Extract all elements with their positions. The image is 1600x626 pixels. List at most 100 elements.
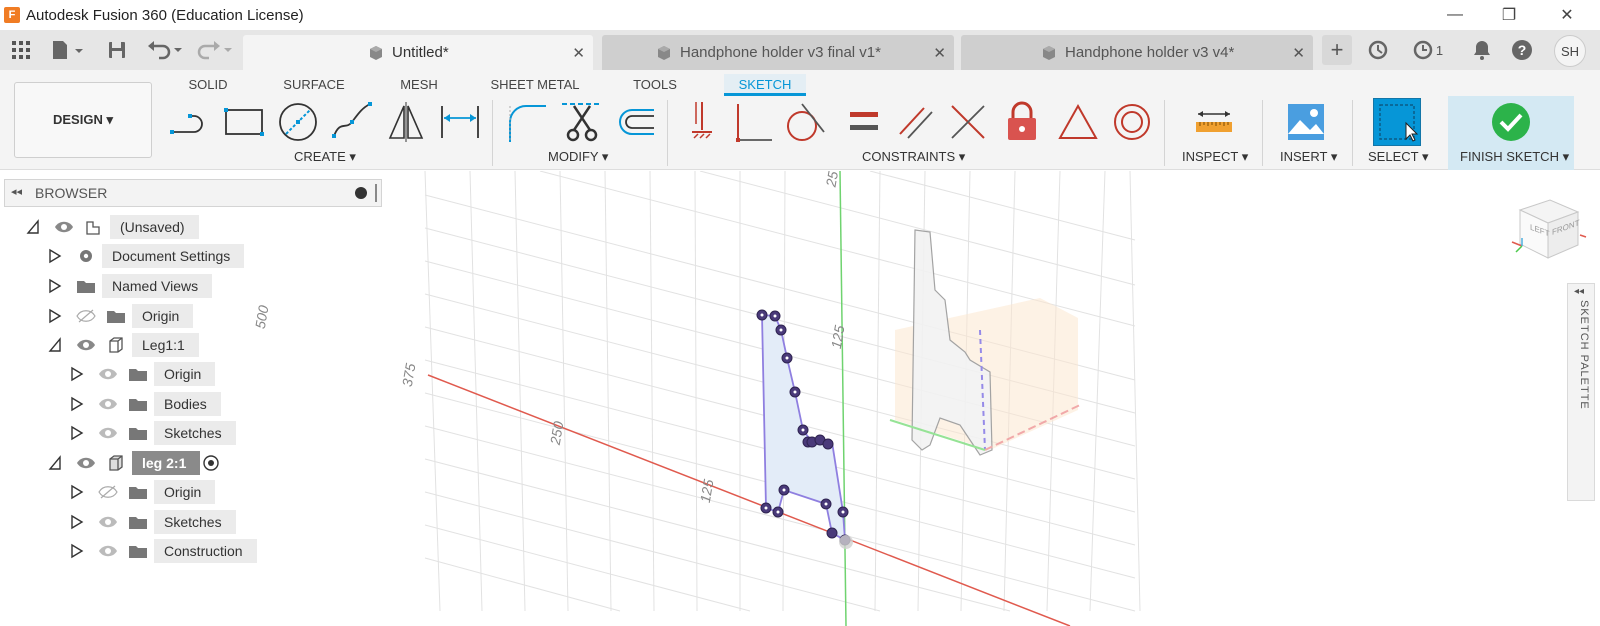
browser-panel-header[interactable]: ◂◂ BROWSER xyxy=(4,179,382,207)
close-tab-icon[interactable]: ✕ xyxy=(1292,44,1305,62)
component-icon xyxy=(86,221,100,235)
measure-ruler-icon[interactable] xyxy=(1192,100,1236,144)
browser-pin-icon[interactable] xyxy=(375,184,377,202)
visibility-eye-icon[interactable] xyxy=(76,456,96,470)
window-title: Autodesk Fusion 360 (Education License) xyxy=(26,6,304,24)
modify-menu[interactable]: MODIFY ▾ xyxy=(548,149,608,165)
select-menu[interactable]: SELECT ▾ xyxy=(1368,149,1428,165)
notifications-bell-icon[interactable] xyxy=(1470,38,1494,62)
dimension-tool-icon[interactable] xyxy=(438,100,482,144)
collapsed-triangle-icon[interactable] xyxy=(48,308,62,324)
folder-icon xyxy=(129,546,147,558)
expanded-triangle-icon[interactable] xyxy=(48,337,62,353)
job-status-icon[interactable]: 1 xyxy=(1408,38,1448,62)
folder-icon xyxy=(129,369,147,381)
tab-mesh[interactable]: MESH xyxy=(397,74,441,96)
finish-sketch-check-icon[interactable] xyxy=(1489,100,1533,144)
parallel-constraint-icon[interactable] xyxy=(894,100,938,144)
trim-scissors-icon[interactable] xyxy=(560,100,604,144)
concentric-constraint-icon[interactable] xyxy=(1110,100,1154,144)
expanded-triangle-icon[interactable] xyxy=(48,455,62,471)
hidden-eye-icon[interactable] xyxy=(76,309,96,323)
fix-constraint-icon[interactable] xyxy=(680,100,724,144)
tab-label: Handphone holder v3 v4* xyxy=(1065,44,1235,61)
tab-solid[interactable]: SOLID xyxy=(182,74,234,96)
visibility-eye-icon[interactable] xyxy=(98,515,118,529)
separator xyxy=(492,100,493,166)
close-tab-icon[interactable]: ✕ xyxy=(933,44,946,62)
visibility-eye-icon[interactable] xyxy=(98,367,118,381)
perpendicular-constraint-icon[interactable] xyxy=(730,100,774,144)
mirror-tool-icon[interactable] xyxy=(384,100,428,144)
browser-minimize-icon[interactable] xyxy=(355,187,367,199)
minimize-button[interactable]: — xyxy=(1432,0,1478,30)
finish-sketch-menu[interactable]: FINISH SKETCH ▾ xyxy=(1460,149,1569,165)
close-button[interactable]: ✕ xyxy=(1544,0,1590,30)
tab-label: Handphone holder v3 final v1* xyxy=(680,44,881,61)
circle-tool-icon[interactable] xyxy=(276,100,320,144)
insert-image-icon[interactable] xyxy=(1284,100,1328,144)
select-tool-icon[interactable] xyxy=(1373,98,1421,146)
expanded-triangle-icon[interactable] xyxy=(26,219,40,235)
visibility-eye-icon[interactable] xyxy=(98,426,118,440)
fillet-tool-icon[interactable] xyxy=(504,100,548,144)
ribbon-toolbar: DESIGN ▾ SOLID SURFACE MESH SHEET METAL … xyxy=(0,70,1600,170)
spline-tool-icon[interactable] xyxy=(330,100,374,144)
svg-text:?: ? xyxy=(1518,42,1527,58)
workspace-switcher[interactable]: DESIGN ▾ xyxy=(14,82,152,158)
insert-menu[interactable]: INSERT ▾ xyxy=(1280,149,1337,165)
component-box-icon xyxy=(109,337,123,353)
tab-handphone-holder-v4[interactable]: Handphone holder v3 v4* ✕ xyxy=(961,35,1313,70)
user-avatar[interactable]: SH xyxy=(1554,35,1586,67)
activate-radio-icon[interactable] xyxy=(202,454,220,472)
collapsed-triangle-icon[interactable] xyxy=(48,248,62,264)
save-icon[interactable] xyxy=(106,38,128,62)
collapsed-triangle-icon[interactable] xyxy=(70,543,84,559)
line-tool-icon[interactable] xyxy=(168,100,212,144)
data-panel-grid-icon[interactable] xyxy=(10,38,32,62)
tab-sketch[interactable]: SKETCH xyxy=(724,74,806,96)
visibility-eye-icon[interactable] xyxy=(76,338,96,352)
collapsed-triangle-icon[interactable] xyxy=(70,425,84,441)
visibility-eye-icon[interactable] xyxy=(98,397,118,411)
triangle-constraint-icon[interactable] xyxy=(1056,100,1100,144)
tab-surface[interactable]: SURFACE xyxy=(280,74,348,96)
ruler-label: 25 xyxy=(822,171,842,189)
equal-constraint-icon[interactable] xyxy=(842,100,886,144)
inspect-menu[interactable]: INSPECT ▾ xyxy=(1182,149,1248,165)
help-icon[interactable]: ? xyxy=(1510,38,1534,62)
coincident-constraint-icon[interactable] xyxy=(946,100,990,144)
tab-handphone-holder-final[interactable]: Handphone holder v3 final v1* ✕ xyxy=(602,35,954,70)
lock-constraint-icon[interactable] xyxy=(1000,100,1044,144)
hidden-eye-icon[interactable] xyxy=(98,485,118,499)
extensions-icon[interactable] xyxy=(1366,38,1390,62)
collapse-browser-icon[interactable]: ◂◂ xyxy=(11,185,22,198)
offset-tool-icon[interactable] xyxy=(614,100,658,144)
collapsed-triangle-icon[interactable] xyxy=(48,278,62,294)
component-box-icon xyxy=(109,455,123,471)
redo-icon[interactable] xyxy=(196,38,236,62)
tab-untitled[interactable]: Untitled* ✕ xyxy=(243,35,593,70)
expand-palette-icon[interactable]: ◂◂ xyxy=(1574,286,1584,297)
visibility-eye-icon[interactable] xyxy=(54,220,74,234)
tab-tools[interactable]: TOOLS xyxy=(630,74,680,96)
constraints-menu[interactable]: CONSTRAINTS ▾ xyxy=(862,149,965,165)
restore-button[interactable]: ❐ xyxy=(1486,0,1532,30)
tree-label: Document Settings xyxy=(102,244,245,268)
close-tab-icon[interactable]: ✕ xyxy=(572,44,585,62)
undo-icon[interactable] xyxy=(146,38,186,62)
file-menu-icon[interactable] xyxy=(50,38,86,62)
design-cube-icon xyxy=(1043,45,1055,60)
tangent-constraint-icon[interactable] xyxy=(782,100,826,144)
tree-label: Leg1:1 xyxy=(132,333,199,357)
collapsed-triangle-icon[interactable] xyxy=(70,396,84,412)
collapsed-triangle-icon[interactable] xyxy=(70,366,84,382)
visibility-eye-icon[interactable] xyxy=(98,544,118,558)
create-menu[interactable]: CREATE ▾ xyxy=(294,149,356,165)
new-tab-plus-icon[interactable]: + xyxy=(1322,35,1352,65)
collapsed-triangle-icon[interactable] xyxy=(70,514,84,530)
rectangle-tool-icon[interactable] xyxy=(222,100,266,144)
collapsed-triangle-icon[interactable] xyxy=(70,484,84,500)
tab-sheet-metal[interactable]: SHEET METAL xyxy=(490,74,580,96)
tree-label: Named Views xyxy=(102,274,213,298)
